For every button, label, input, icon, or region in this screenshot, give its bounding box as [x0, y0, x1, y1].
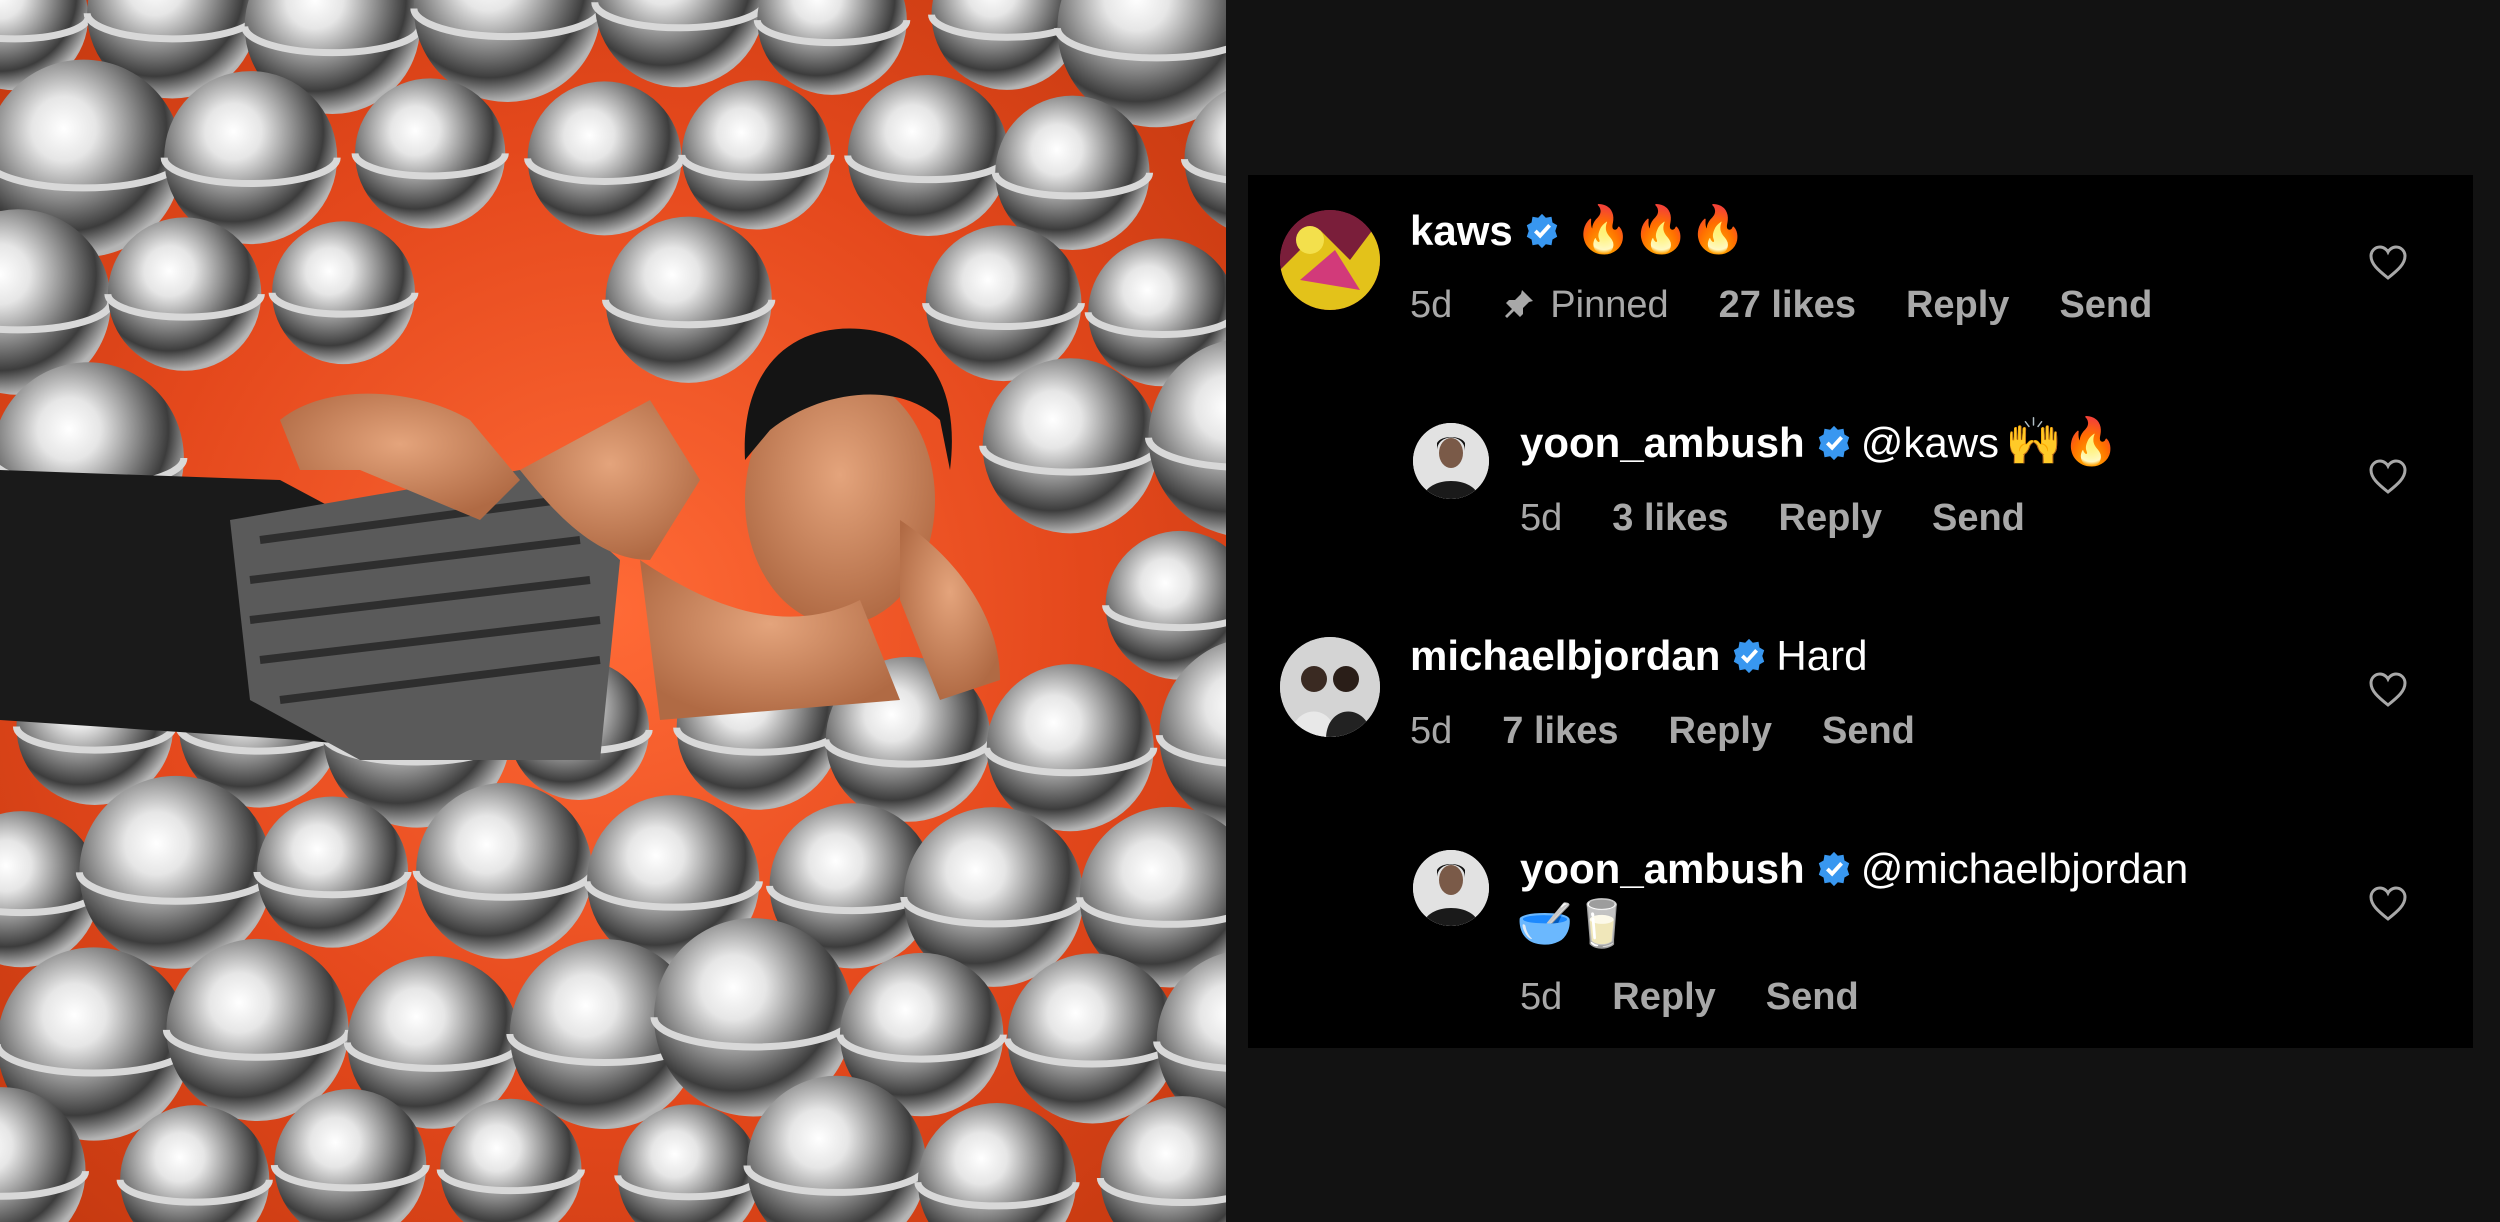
chrome-sphere [256, 796, 409, 948]
chrome-sphere [272, 221, 415, 365]
post-photo[interactable] [0, 0, 1226, 1222]
avatar[interactable] [1413, 850, 1489, 926]
timestamp: 5d [1410, 284, 1453, 326]
chrome-sphere [355, 78, 506, 229]
comment-text: 🥣🥛 [1516, 897, 1631, 949]
likes-count[interactable]: 3 likes [1612, 495, 1728, 541]
likes-count[interactable]: 7 likes [1502, 708, 1618, 754]
avatar[interactable] [1280, 210, 1380, 310]
verified-badge-icon [1818, 425, 1849, 461]
comment-header: kaws 🔥🔥🔥 [1410, 203, 1747, 257]
avatar-kaws-art [1280, 210, 1380, 310]
chrome-sphere [925, 225, 1082, 382]
chrome-sphere [982, 358, 1158, 534]
comment-text: 🔥🔥🔥 [1574, 203, 1747, 255]
send-button[interactable]: Send [1822, 708, 1915, 754]
comment-header: yoon_ambush @kaws 🙌🔥 [1520, 415, 2120, 469]
likes-count[interactable]: 27 likes [1719, 282, 1856, 328]
comment-header: michaelbjordan Hard [1410, 630, 1867, 682]
chrome-sphere [986, 664, 1154, 832]
username[interactable]: yoon_ambush [1520, 419, 1805, 466]
chrome-sphere [107, 217, 262, 371]
chrome-sphere [527, 81, 682, 236]
send-button[interactable]: Send [2059, 282, 2152, 328]
comments-panel: kaws 🔥🔥🔥 5d Pinned 27 likes Reply Send yoon_a… [1248, 175, 2473, 1048]
pinned-indicator: Pinned [1502, 282, 1669, 328]
chrome-sphere [757, 0, 907, 95]
chrome-sphere [681, 80, 832, 230]
timestamp: 5d [1410, 710, 1453, 752]
mention-link[interactable]: @michaelbjordan [1861, 845, 2188, 892]
send-button[interactable]: Send [1766, 974, 1859, 1020]
avatar[interactable] [1413, 423, 1489, 499]
avatar-yoon-photo [1413, 423, 1489, 499]
comment-meta: 5d Reply Send [1520, 974, 1909, 1020]
chrome-sphere [605, 216, 772, 383]
chrome-sphere [79, 775, 273, 969]
chrome-sphere [416, 782, 593, 959]
avatar-yoon-photo [1413, 850, 1489, 926]
send-button[interactable]: Send [1932, 495, 2025, 541]
like-heart-icon[interactable] [2368, 884, 2408, 924]
comment-text: Hard [1776, 632, 1868, 679]
timestamp: 5d [1520, 976, 1563, 1018]
comment-header: yoon_ambush @michaelbjordan [1520, 843, 2188, 895]
verified-badge-icon [1526, 213, 1557, 249]
verified-badge-icon [1818, 851, 1849, 887]
avatar[interactable] [1280, 637, 1380, 737]
comment-text: 🙌🔥 [2005, 415, 2120, 467]
mention-link[interactable]: @kaws [1861, 419, 1999, 466]
avatar-michael-photo [1280, 637, 1380, 737]
like-heart-icon[interactable] [2368, 670, 2408, 710]
comment-meta: 5d Pinned 27 likes Reply Send [1410, 282, 2202, 328]
verified-badge-icon [1734, 638, 1765, 674]
photo-artwork [0, 0, 1226, 1222]
comment-meta: 5d 3 likes Reply Send [1520, 495, 2075, 541]
reply-button[interactable]: Reply [1779, 495, 1882, 541]
chrome-sphere [847, 75, 1009, 237]
reply-button[interactable]: Reply [1669, 708, 1772, 754]
like-heart-icon[interactable] [2368, 243, 2408, 283]
chrome-sphere [166, 938, 349, 1122]
chrome-sphere [1007, 953, 1178, 1124]
username[interactable]: kaws [1410, 207, 1513, 254]
comment-text-line: 🥣🥛 [1516, 897, 1631, 951]
comment-meta: 5d 7 likes Reply Send [1410, 708, 1965, 754]
like-heart-icon[interactable] [2368, 457, 2408, 497]
reply-button[interactable]: Reply [1612, 974, 1715, 1020]
reply-button[interactable]: Reply [1906, 282, 2009, 328]
username[interactable]: michaelbjordan [1410, 632, 1720, 679]
pin-icon [1505, 290, 1534, 318]
timestamp: 5d [1520, 497, 1563, 539]
chrome-sphere [594, 0, 765, 88]
username[interactable]: yoon_ambush [1520, 845, 1805, 892]
